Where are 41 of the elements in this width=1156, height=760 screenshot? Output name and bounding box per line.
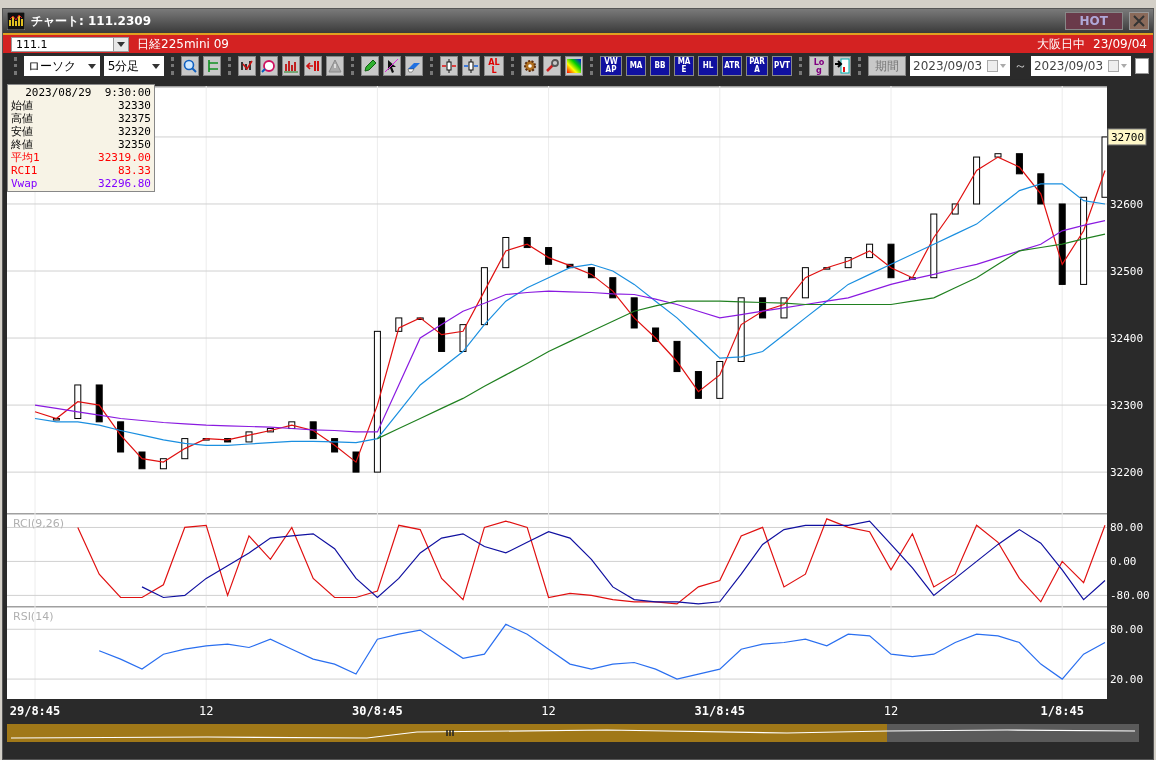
axis-tick-label: 32200	[1110, 466, 1144, 480]
axis-tick-label: 32300	[1110, 399, 1144, 413]
axis-tick-label: 80.00	[1110, 623, 1144, 637]
info-label: RCI1	[11, 164, 38, 177]
info-label: 平均1	[11, 151, 40, 164]
info-value: 32296.80	[98, 177, 151, 190]
time-axis-label: 31/8:45	[694, 704, 746, 718]
info-value: 32375	[117, 112, 151, 125]
axis-tick-label: 80.00	[1110, 521, 1144, 535]
session-label: 大阪日中	[1037, 35, 1086, 53]
info-value: 32330	[117, 99, 151, 112]
axis-tick-label: 32600	[1110, 198, 1144, 211]
range-separator: ～	[1013, 57, 1027, 75]
info-value: 32350	[117, 138, 151, 151]
info-label: 終値	[11, 138, 33, 151]
info-datetime: 2023/08/29 9:30:00	[24, 86, 151, 99]
date-label: 23/09/04	[1093, 37, 1147, 51]
time-axis-label: 29/8:45	[9, 704, 61, 718]
info-value: 32319.00	[98, 151, 151, 164]
time-axis-label: 12	[198, 704, 214, 718]
axis-tick-label: -80.00	[1110, 589, 1150, 603]
info-label: 始値	[11, 99, 33, 112]
time-axis-label: 30/8:45	[352, 704, 403, 718]
current-price-label: 32700	[1107, 128, 1147, 146]
info-label: Vwap	[11, 177, 38, 190]
time-axis-label: 1/8:45	[1040, 704, 1084, 718]
axis-tick-label: 0.00	[1110, 555, 1137, 569]
axis-tick-label: 20.00	[1110, 673, 1144, 687]
info-value: 83.33	[117, 164, 151, 177]
info-label: 安値	[11, 125, 33, 138]
axis-tick-label: 32500	[1110, 265, 1144, 278]
axis-tick-label: 32400	[1110, 332, 1144, 346]
info-value: 32320	[117, 125, 151, 138]
window-title: チャート: 111.2309	[31, 12, 152, 30]
symbol-name: 日経225mini 09	[137, 35, 230, 53]
time-axis-label: 12	[883, 704, 899, 718]
time-axis-label: 12	[541, 704, 556, 718]
info-label: 高値	[11, 112, 33, 125]
y-tick-label: 32700	[1111, 130, 1145, 144]
indicator-label: RSI(14)	[13, 610, 54, 623]
indicator-label: RCI(9,26)	[13, 517, 65, 530]
